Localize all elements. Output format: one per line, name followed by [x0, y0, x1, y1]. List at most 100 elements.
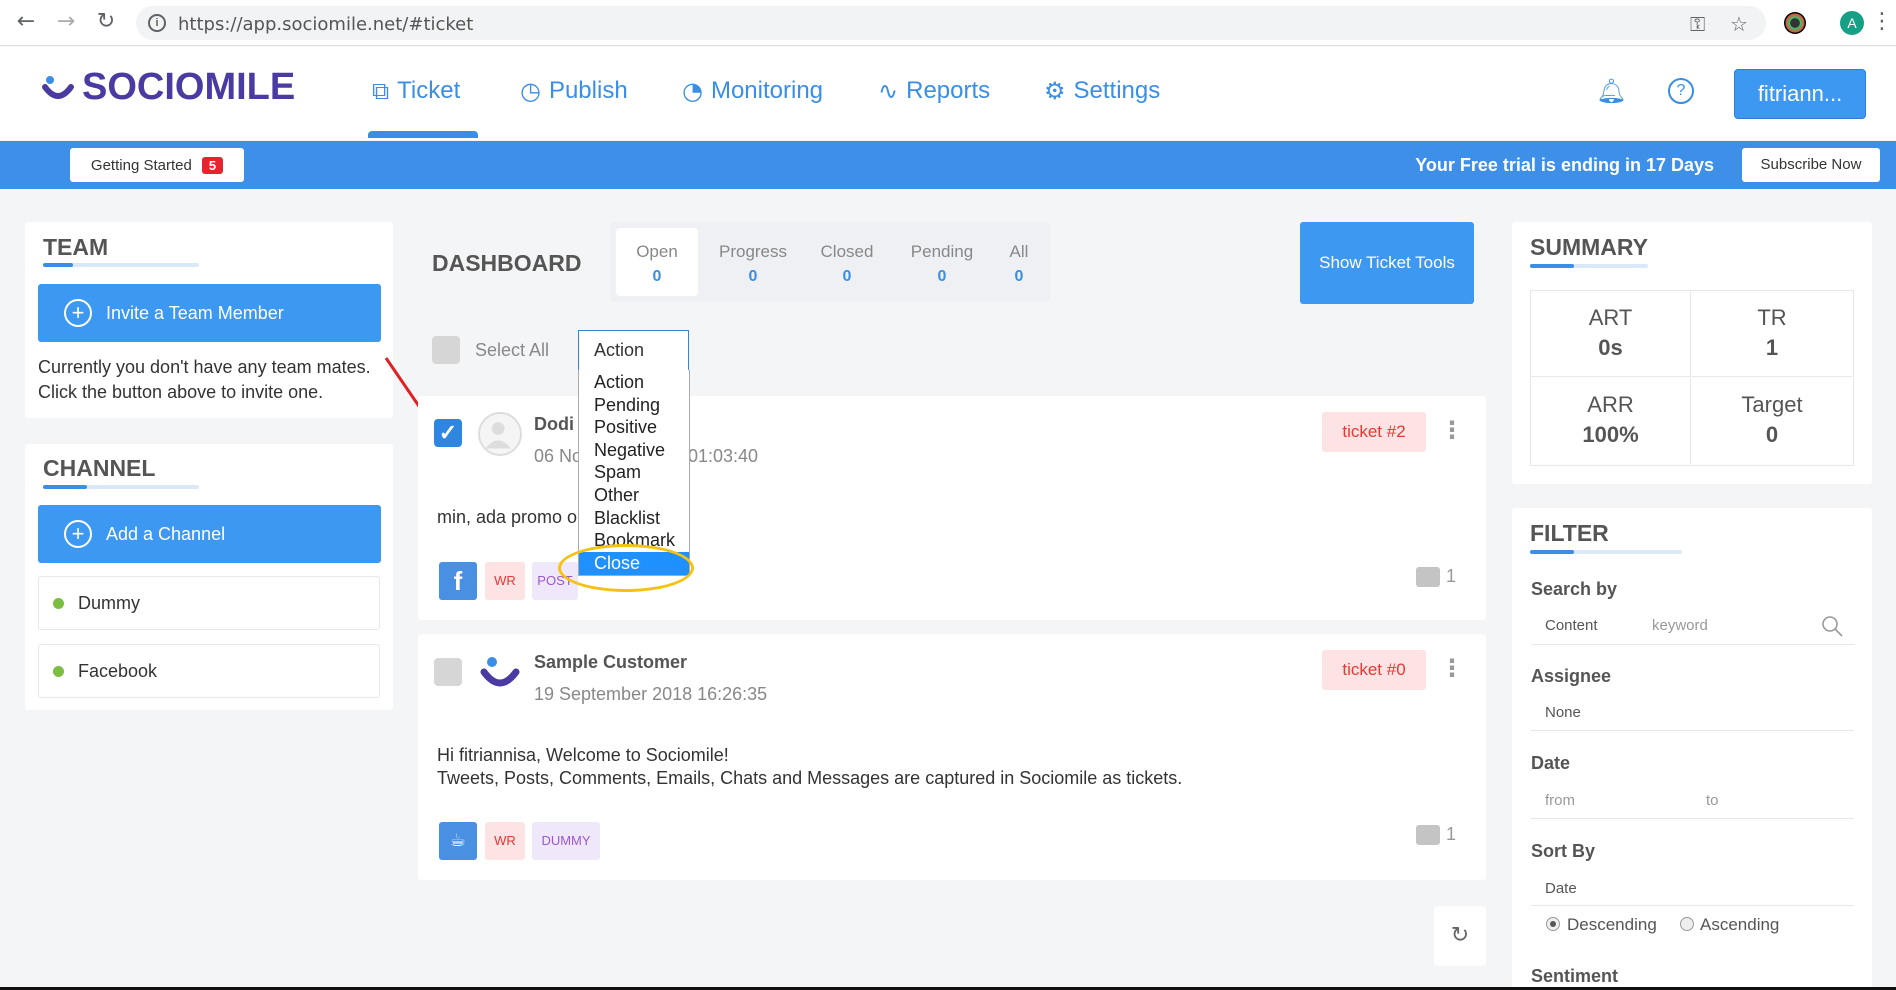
star-icon[interactable]: ☆ [1730, 12, 1748, 36]
search-icon[interactable] [1820, 614, 1844, 638]
more-vertical-icon[interactable]: ⋮ [1440, 654, 1464, 682]
sort-ascending-radio[interactable] [1680, 917, 1694, 931]
tab-pending-label: Pending [910, 242, 974, 261]
ticket-message: min, ada promo or [437, 507, 584, 527]
getting-started-button[interactable]: Getting Started 5 [70, 148, 244, 182]
stat-target: Target 0 [1692, 378, 1852, 464]
nav-monitoring-label: Monitoring [710, 77, 824, 104]
ticket-message: Hi fitriannisa, Welcome to Sociomile! Tw… [437, 744, 1182, 790]
action-option-other[interactable]: Other [579, 484, 689, 507]
ticket-checkbox-checked[interactable]: ✓ [434, 419, 462, 447]
logo-text: SOCIOMILE [82, 65, 296, 108]
key-icon[interactable]: ⚿ [1690, 12, 1705, 36]
tab-progress[interactable]: Progress 0 [706, 228, 800, 296]
arrow-left-icon[interactable]: ← [14, 10, 38, 34]
summary-title: SUMMARY [1530, 234, 1648, 260]
arrow-right-icon[interactable]: → [54, 10, 78, 34]
ticket-customer-name[interactable]: Sample Customer [534, 652, 687, 673]
ticket-checkbox[interactable] [434, 658, 462, 686]
stat-arr: ARR 100% [1531, 378, 1691, 464]
sentiment-label: Sentiment [1531, 966, 1619, 986]
bell-icon[interactable]: 🔔︎ [1596, 77, 1626, 105]
subscribe-now-button[interactable]: Subscribe Now [1742, 148, 1880, 182]
stat-value: 1 [1765, 335, 1779, 360]
action-option-action[interactable]: Action [579, 371, 689, 394]
summary-title-underline [1530, 264, 1648, 268]
trial-notice: Your Free trial is ending in 17 Days [1415, 155, 1714, 175]
search-field-select[interactable]: Content [1545, 617, 1598, 634]
tab-closed-count: 0 [842, 268, 852, 285]
stat-value: 0 [1765, 422, 1779, 447]
channel-item-dummy[interactable]: Dummy [38, 576, 380, 630]
sort-descending-label: Descending [1567, 915, 1657, 934]
comment-count[interactable]: 1 [1416, 566, 1456, 587]
tab-open[interactable]: Open 0 [616, 228, 698, 296]
stat-tr: TR 1 [1692, 291, 1852, 377]
nav-publish[interactable]: ◷ Publish [520, 77, 628, 105]
action-option-negative[interactable]: Negative [579, 439, 689, 462]
assignee-label: Assignee [1531, 666, 1612, 686]
date-from-input[interactable]: from [1545, 792, 1575, 809]
nav-monitoring[interactable]: ◔ Monitoring [682, 77, 823, 105]
address-bar[interactable]: i https://app.sociomile.net/#ticket ⚿ ☆ [136, 6, 1766, 40]
date-to-input[interactable]: to [1706, 792, 1719, 809]
ticket-date-start: 06 No [534, 446, 583, 466]
help-icon[interactable]: ? [1668, 78, 1694, 104]
logo-mark-icon [42, 76, 74, 99]
assignee-select[interactable]: None [1545, 704, 1581, 721]
show-ticket-tools-button[interactable]: Show Ticket Tools [1300, 222, 1474, 304]
nav-settings[interactable]: ⚙ Settings [1044, 77, 1160, 105]
tab-all[interactable]: All 0 [994, 228, 1044, 296]
action-option-pending[interactable]: Pending [579, 394, 689, 417]
search-keyword-input[interactable]: keyword [1652, 617, 1708, 634]
action-select[interactable]: Action [578, 330, 689, 372]
tab-closed-label: Closed [820, 242, 874, 261]
getting-started-count-badge: 5 [201, 156, 224, 174]
nav-reports[interactable]: ∿ Reports [878, 77, 990, 105]
team-empty-line2: Click the button above to invite one. [38, 382, 324, 402]
ticket-id-badge[interactable]: ticket #0 [1322, 650, 1426, 690]
refresh-icon[interactable]: ↻ [1434, 906, 1486, 966]
nav-ticket[interactable]: ⧉ Ticket [372, 77, 460, 105]
gauge-icon: ◔ [682, 77, 703, 105]
nav-publish-label: Publish [548, 77, 628, 104]
action-option-spam[interactable]: Spam [579, 461, 689, 484]
add-channel-label: Add a Channel [106, 523, 226, 544]
user-menu-button[interactable]: fitriann... [1734, 69, 1866, 119]
action-option-blacklist[interactable]: Blacklist [579, 507, 689, 530]
plus-circle-icon: + [64, 299, 92, 327]
sort-by-select[interactable]: Date [1545, 880, 1577, 897]
select-all-checkbox[interactable] [432, 336, 460, 364]
action-option-positive[interactable]: Positive [579, 416, 689, 439]
divider [1531, 905, 1854, 906]
more-vertical-icon[interactable]: ⋮ [1870, 10, 1894, 34]
stat-label: ART [1588, 305, 1633, 330]
tab-all-label: All [1009, 242, 1029, 261]
tab-pending[interactable]: Pending 0 [894, 228, 990, 296]
stat-label: Target [1741, 392, 1803, 417]
more-vertical-icon[interactable]: ⋮ [1440, 416, 1464, 444]
ticket-message-line1: Hi fitriannisa, Welcome to Sociomile! [437, 745, 729, 765]
stat-label: ARR [1587, 392, 1634, 417]
profile-avatar[interactable]: A [1840, 11, 1864, 35]
tag-wr: WR [485, 562, 525, 600]
channel-item-facebook[interactable]: Facebook [38, 644, 380, 698]
add-channel-button[interactable]: + Add a Channel [38, 505, 381, 563]
reload-icon[interactable]: ↻ [94, 10, 118, 34]
extension-icon[interactable] [1784, 12, 1806, 34]
divider [1531, 730, 1854, 731]
comment-count-value: 1 [1446, 824, 1457, 844]
dummy-channel-icon: ☕︎ [439, 822, 477, 860]
status-dot-icon [53, 597, 64, 609]
sort-descending-radio[interactable] [1546, 917, 1560, 931]
tab-closed[interactable]: Closed 0 [804, 228, 890, 296]
sociomile-logo[interactable]: SOCIOMILE [42, 65, 296, 108]
info-icon[interactable]: i [148, 14, 166, 32]
comment-count[interactable]: 1 [1416, 824, 1456, 845]
ticket-date-end: 01:03:40 [688, 446, 759, 466]
tab-open-label: Open [636, 242, 678, 261]
ticket-customer-name[interactable]: Dodi [534, 414, 574, 435]
channel-title: CHANNEL [43, 455, 156, 481]
invite-team-member-button[interactable]: + Invite a Team Member [38, 284, 381, 342]
ticket-id-badge[interactable]: ticket #2 [1322, 412, 1426, 452]
